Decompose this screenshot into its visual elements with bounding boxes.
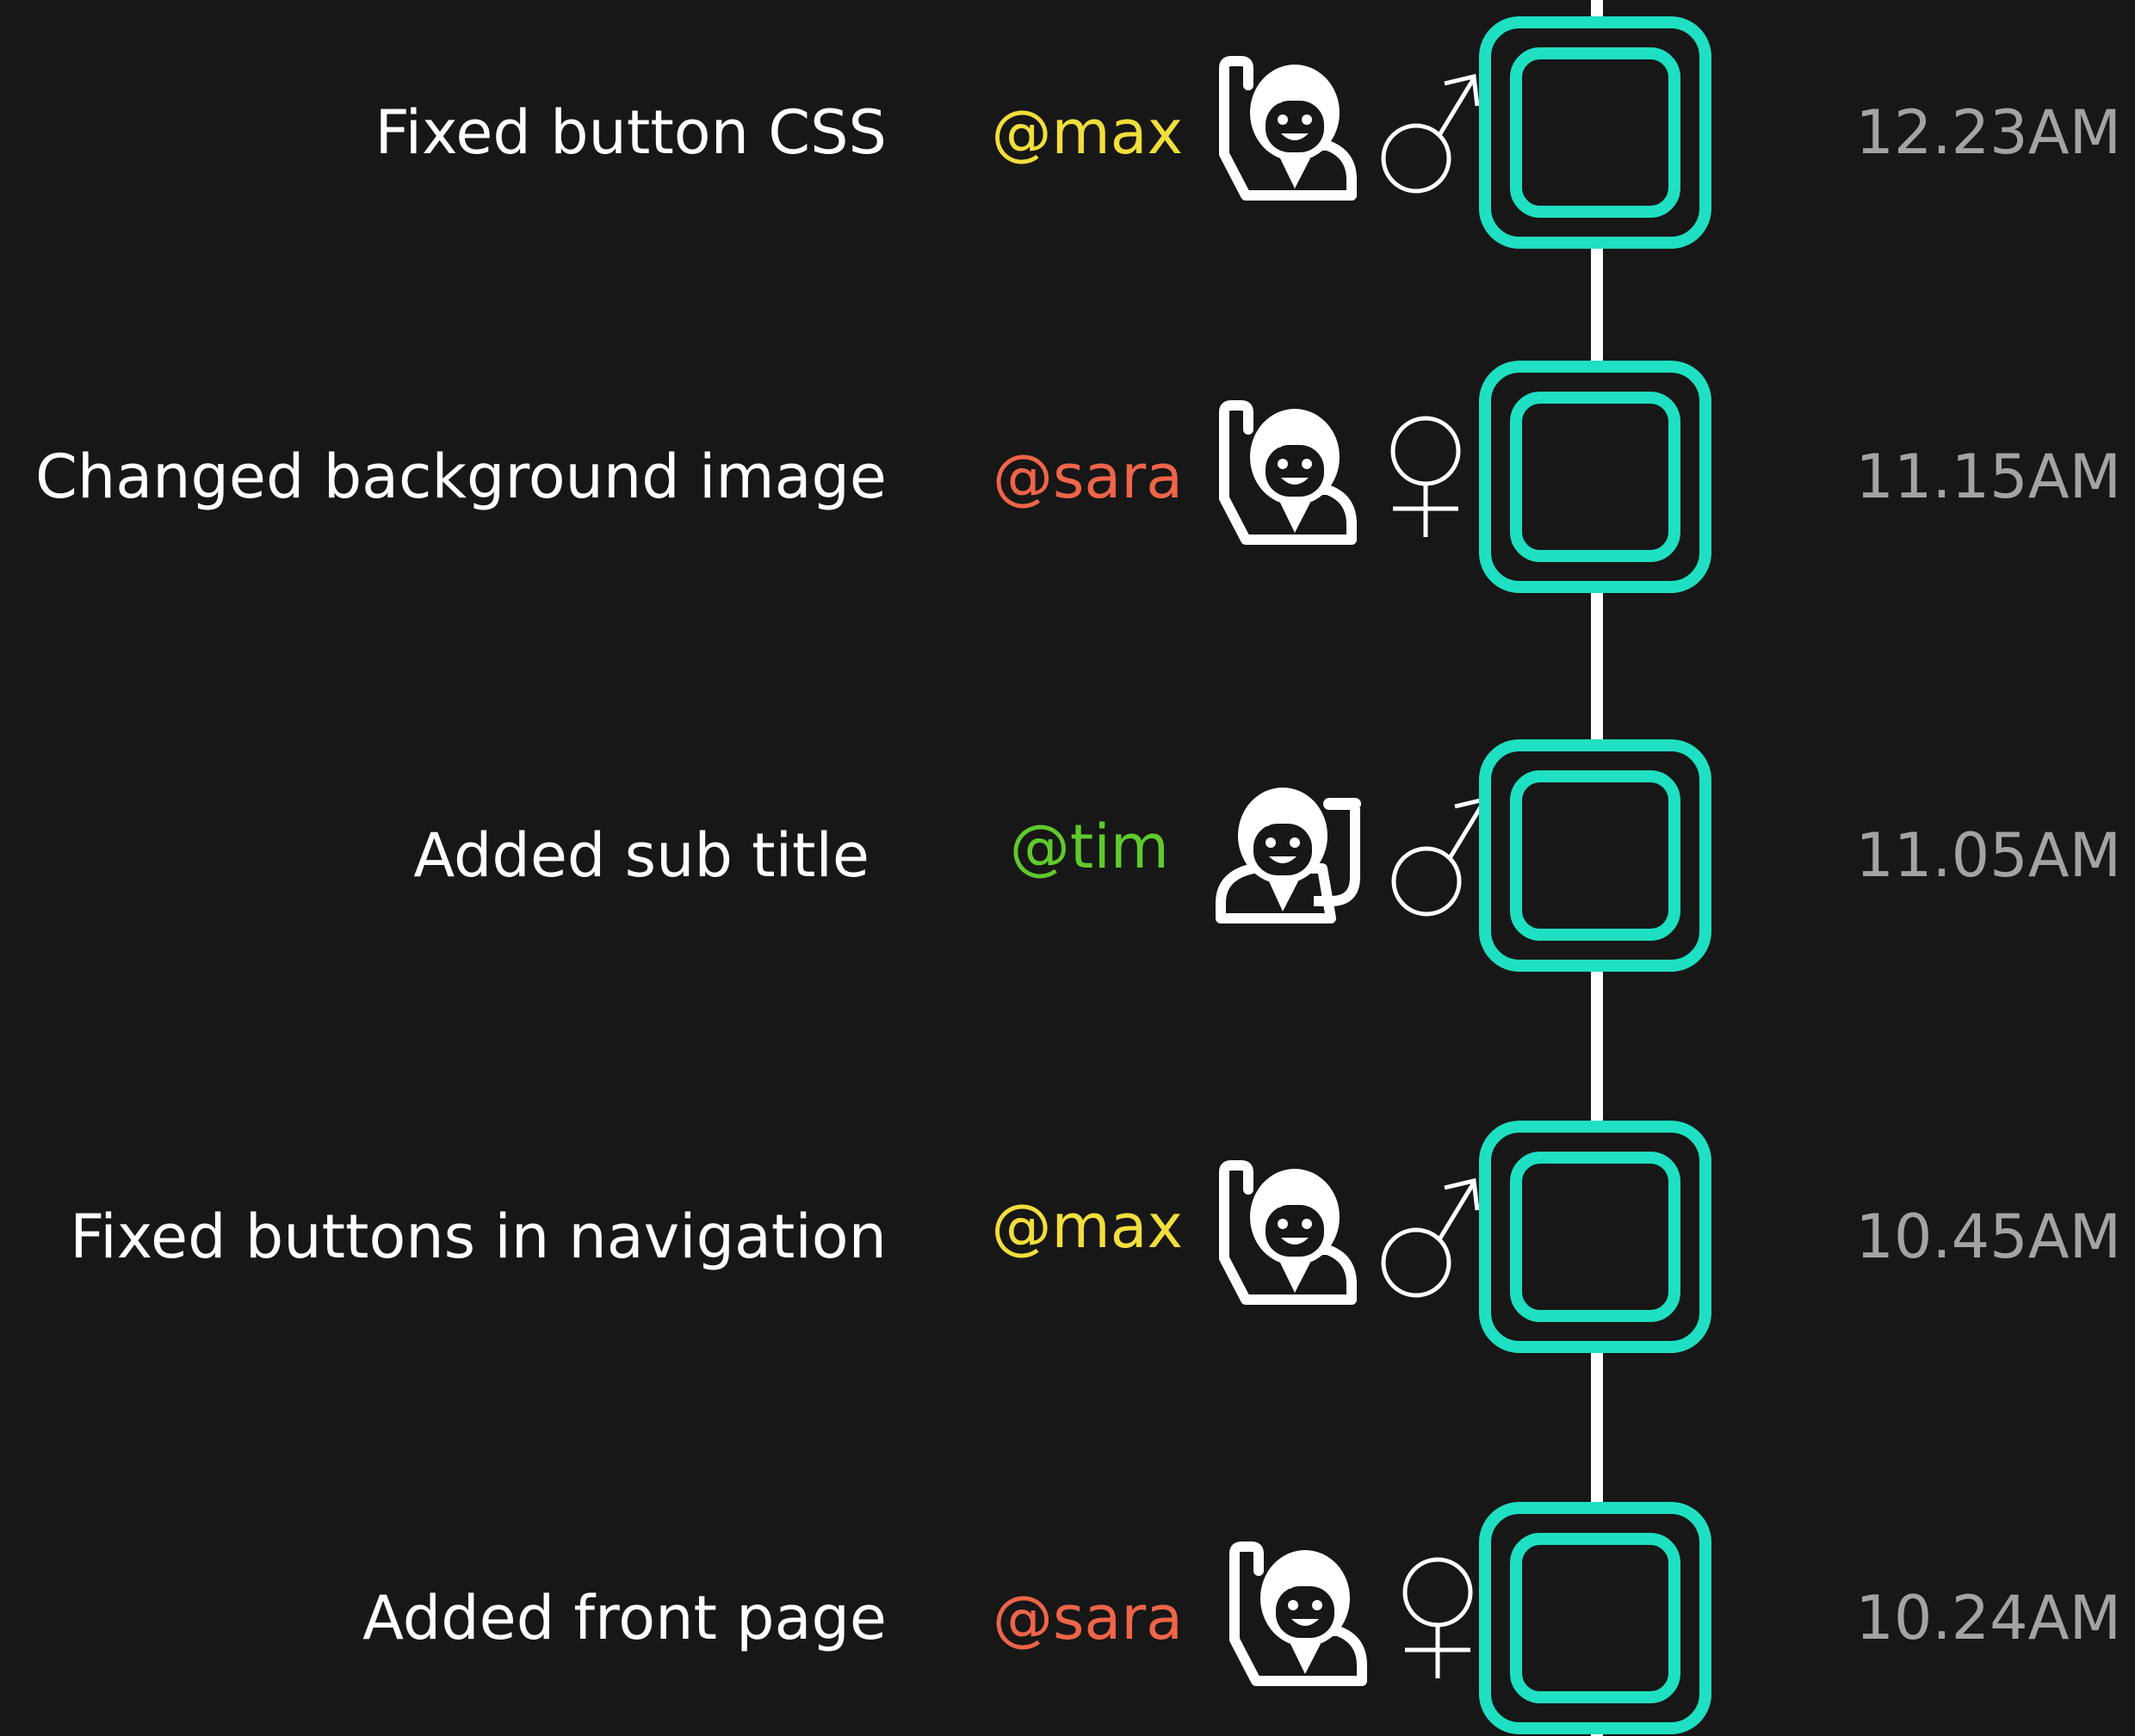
commit-message: Fixed button CSS — [374, 97, 887, 168]
commit-message: Fixed buttons in navigation — [70, 1202, 887, 1272]
commit-author[interactable]: @sara — [993, 430, 1183, 523]
commit-timeline: Fixed button CSS @max 12.23AM Changed ba… — [0, 0, 2135, 1736]
person-raising-hand-icon — [1198, 395, 1362, 559]
timeline-node[interactable] — [1477, 15, 1713, 250]
person-raising-hand-icon — [1210, 774, 1374, 937]
commit-author[interactable]: @max — [991, 1180, 1183, 1273]
timeline-node[interactable] — [1477, 359, 1713, 595]
male-icon — [1377, 1172, 1481, 1301]
commit-author[interactable]: @sara — [993, 1572, 1183, 1665]
commit-time: 10.45AM — [1855, 1202, 2121, 1272]
person-raising-hand-icon — [1209, 1536, 1372, 1700]
timeline-node[interactable] — [1477, 1500, 1713, 1736]
commit-message: Changed background image — [35, 442, 887, 512]
commit-time: 10.24AM — [1855, 1583, 2121, 1653]
female-icon — [1386, 1554, 1489, 1683]
male-icon — [1377, 68, 1481, 197]
commit-author[interactable]: @max — [991, 86, 1183, 179]
timeline-node[interactable] — [1477, 738, 1713, 973]
commit-message: Added sub title — [413, 820, 869, 891]
male-icon — [1388, 791, 1491, 920]
commit-author[interactable]: @tim — [1010, 800, 1169, 893]
female-icon — [1374, 412, 1477, 541]
commit-message: Added front page — [362, 1583, 887, 1653]
person-raising-hand-icon — [1198, 51, 1362, 214]
timeline-node[interactable] — [1477, 1119, 1713, 1355]
person-raising-hand-icon — [1198, 1155, 1362, 1319]
commit-time: 11.05AM — [1855, 820, 2121, 891]
commit-time: 12.23AM — [1855, 97, 2121, 168]
commit-time: 11.15AM — [1855, 442, 2121, 512]
